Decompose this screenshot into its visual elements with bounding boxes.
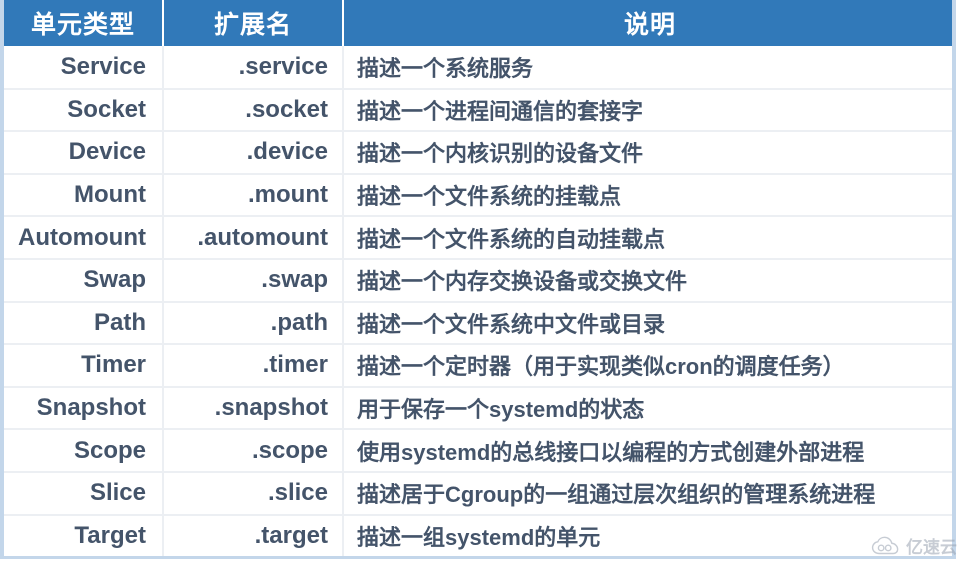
column-header-description: 说明 [343, 0, 954, 46]
cell-extension: .snapshot [163, 386, 344, 431]
cell-unit-type: Mount [2, 173, 164, 218]
cell-description: 描述一个系统服务 [343, 46, 954, 90]
column-header-extension: 扩展名 [163, 0, 344, 46]
table-row: Slice .slice 描述居于Cgroup的一组通过层次组织的管理系统进程 [2, 471, 954, 516]
table-row: Snapshot .snapshot 用于保存一个systemd的状态 [2, 386, 954, 431]
cell-unit-type: Swap [2, 258, 164, 303]
table-row: Device .device 描述一个内核识别的设备文件 [2, 131, 954, 175]
table-row: Path .path 描述一个文件系统中文件或目录 [2, 301, 954, 346]
table-container: 单元类型 扩展名 说明 Service .service 描述一个系统服务 Socke… [0, 0, 967, 566]
cell-description: 描述一个文件系统中文件或目录 [343, 301, 954, 346]
cell-description: 描述居于Cgroup的一组通过层次组织的管理系统进程 [343, 471, 954, 516]
table-row: Scope .scope 使用systemd的总线接口以编程的方式创建外部进程 [2, 429, 954, 473]
cell-extension: .socket [163, 88, 344, 133]
table-row: Target .target 描述一组systemd的单元 [2, 514, 954, 559]
cell-description: 描述一个内核识别的设备文件 [343, 131, 954, 175]
table-body: Service .service 描述一个系统服务 Socket .socket 描述一个… [2, 46, 954, 559]
cell-description: 描述一个内存交换设备或交换文件 [343, 258, 954, 303]
cell-extension: .automount [163, 216, 344, 260]
column-header-unit-type: 单元类型 [2, 0, 164, 46]
table-row: Swap .swap 描述一个内存交换设备或交换文件 [2, 258, 954, 303]
cell-description: 使用systemd的总线接口以编程的方式创建外部进程 [343, 429, 954, 473]
cell-description: 描述一个文件系统的挂载点 [343, 173, 954, 218]
cell-unit-type: Device [2, 131, 164, 175]
table-row: Socket .socket 描述一个进程间通信的套接字 [2, 88, 954, 133]
cell-description: 描述一个文件系统的自动挂载点 [343, 216, 954, 260]
header-row: 单元类型 扩展名 说明 [2, 0, 954, 46]
cell-unit-type: Automount [2, 216, 164, 260]
cell-extension: .service [163, 46, 344, 90]
cell-unit-type: Path [2, 301, 164, 346]
cell-unit-type: Scope [2, 429, 164, 473]
cell-description: 描述一个定时器（用于实现类似cron的调度任务） [343, 344, 954, 388]
cell-extension: .device [163, 131, 344, 175]
cell-description: 描述一组systemd的单元 [343, 514, 954, 559]
cell-extension: .target [163, 514, 344, 559]
cell-description: 用于保存一个systemd的状态 [343, 386, 954, 431]
cell-extension: .scope [163, 429, 344, 473]
cell-unit-type: Socket [2, 88, 164, 133]
cell-unit-type: Target [2, 514, 164, 559]
systemd-unit-types-table: 单元类型 扩展名 说明 Service .service 描述一个系统服务 Socke… [0, 0, 956, 559]
table-row: Service .service 描述一个系统服务 [2, 46, 954, 90]
cell-unit-type: Snapshot [2, 386, 164, 431]
table-row: Automount .automount 描述一个文件系统的自动挂载点 [2, 216, 954, 260]
cell-unit-type: Slice [2, 471, 164, 516]
cell-extension: .path [163, 301, 344, 346]
cell-extension: .slice [163, 471, 344, 516]
cell-unit-type: Timer [2, 344, 164, 388]
table-row: Mount .mount 描述一个文件系统的挂载点 [2, 173, 954, 218]
table-row: Timer .timer 描述一个定时器（用于实现类似cron的调度任务） [2, 344, 954, 388]
cell-extension: .mount [163, 173, 344, 218]
table-header: 单元类型 扩展名 说明 [2, 0, 954, 46]
cell-unit-type: Service [2, 46, 164, 90]
cell-extension: .timer [163, 344, 344, 388]
cell-extension: .swap [163, 258, 344, 303]
cell-description: 描述一个进程间通信的套接字 [343, 88, 954, 133]
